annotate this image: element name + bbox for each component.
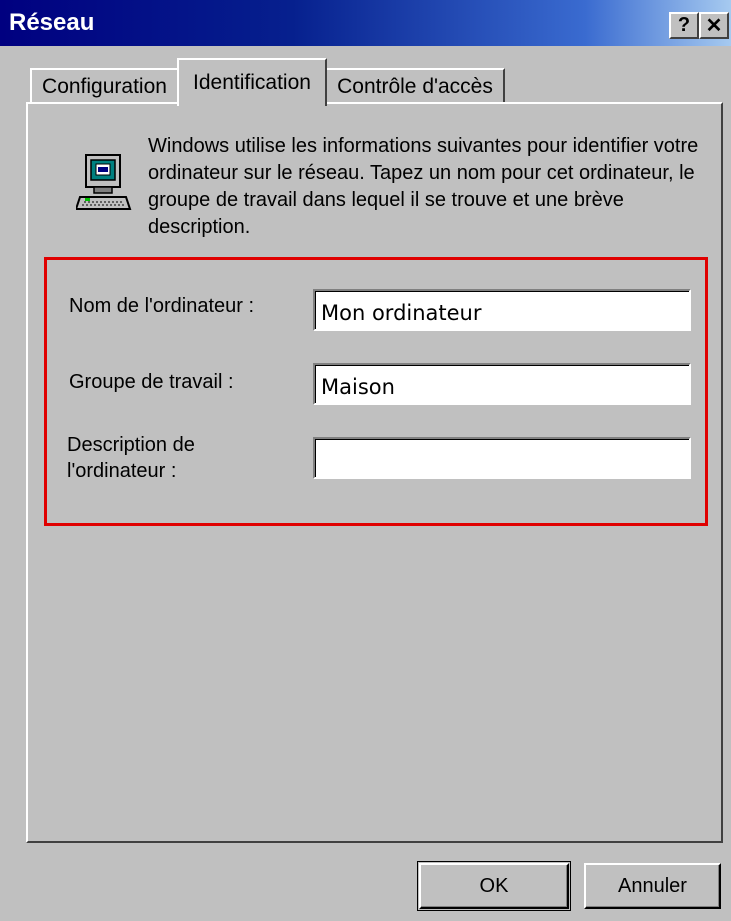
help-icon: ? <box>677 14 691 36</box>
help-button[interactable]: ? <box>669 12 699 39</box>
close-icon: ✕ <box>705 15 723 37</box>
tab-configuration[interactable]: Configuration <box>30 68 179 104</box>
highlight-box <box>44 257 708 526</box>
cancel-button[interactable]: Annuler <box>584 863 721 909</box>
tab-identification-label: Identification <box>193 71 311 94</box>
network-dialog: Réseau ? ✕ Configuration Identification … <box>0 0 731 921</box>
cancel-button-label: Annuler <box>618 874 687 897</box>
ok-button[interactable]: OK <box>417 861 571 911</box>
tab-identification[interactable]: Identification <box>177 58 327 106</box>
close-button[interactable]: ✕ <box>699 12 729 39</box>
tab-configuration-label: Configuration <box>42 75 167 98</box>
tab-access-control-label: Contrôle d'accès <box>337 75 493 98</box>
ok-button-label: OK <box>479 874 509 897</box>
title-bar[interactable]: Réseau ? ✕ <box>0 0 731 46</box>
window-title: Réseau <box>9 9 95 36</box>
tab-access-control[interactable]: Contrôle d'accès <box>325 68 505 104</box>
active-tab-join <box>179 100 325 106</box>
